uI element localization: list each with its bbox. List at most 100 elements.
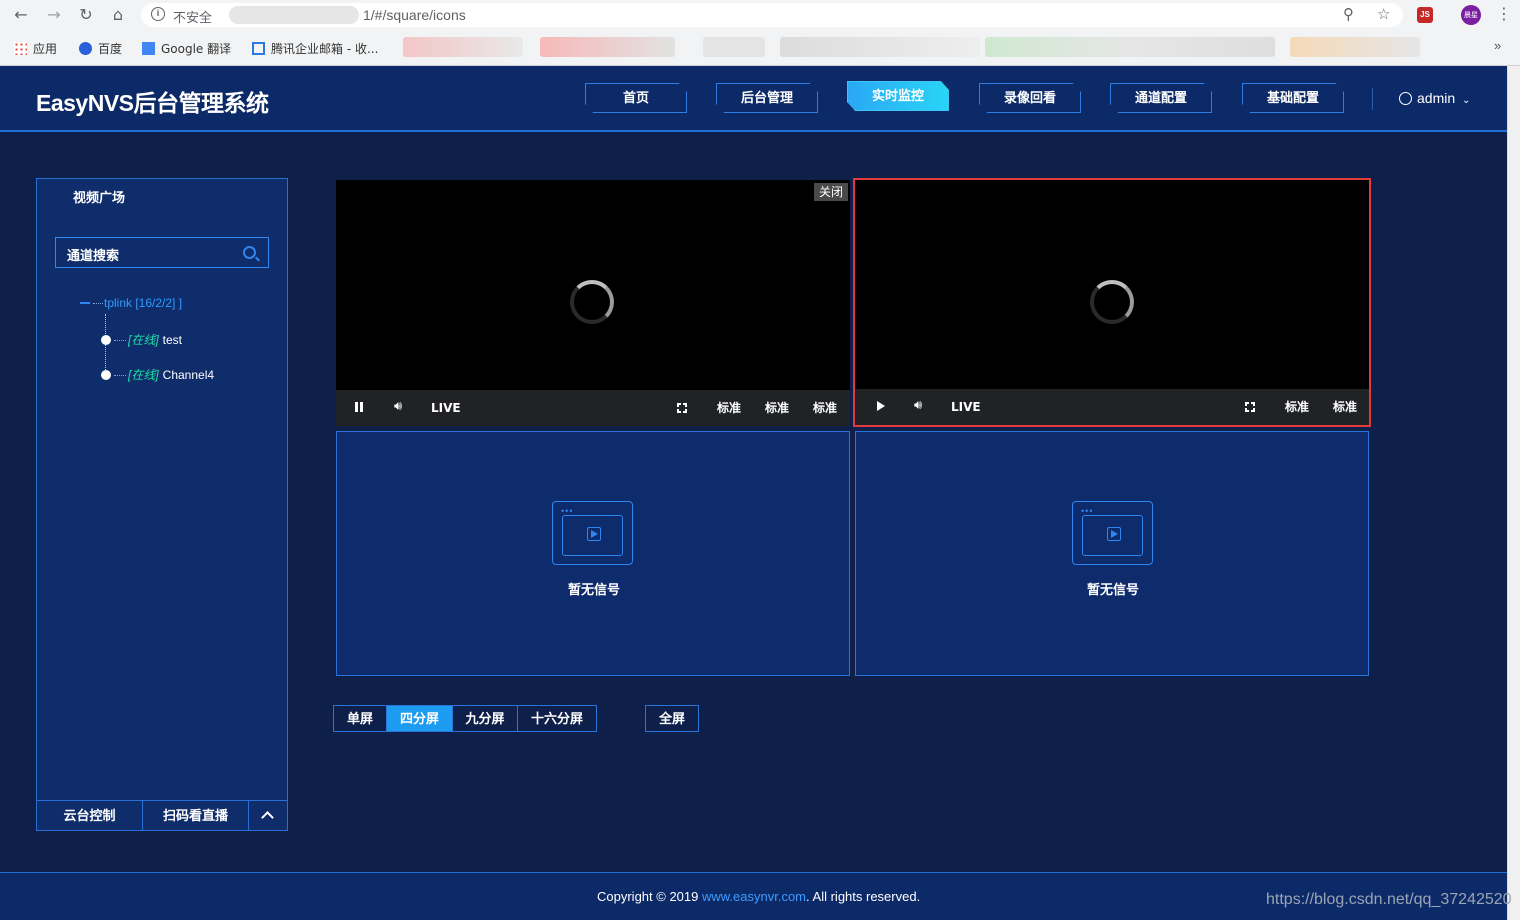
fullscreen-button[interactable]: 全屏	[645, 705, 699, 732]
nav-tab-live-monitor[interactable]: 实时监控	[847, 81, 949, 111]
collapse-icon[interactable]	[80, 302, 90, 304]
nav-tab-basic-config[interactable]: 基础配置	[1242, 83, 1344, 113]
play-icon	[1107, 527, 1121, 541]
js-extension-icon[interactable]: JS	[1417, 7, 1433, 23]
search-icon[interactable]	[243, 246, 256, 259]
browser-chrome: ← → ↻ ⌂ i 不安全 1/#/square/icons ⚲ ☆ JS 晨星…	[0, 0, 1520, 66]
bookmark-baidu[interactable]: 百度	[79, 40, 122, 57]
tree-node-dot	[101, 370, 111, 380]
bookmarks-more-icon[interactable]: »	[1494, 38, 1501, 53]
quality-button[interactable]: 标准	[1333, 389, 1357, 425]
no-signal-label: 暂无信号	[1086, 582, 1139, 597]
blurred-bookmark	[703, 37, 765, 57]
nav-tab-home[interactable]: 首页	[585, 83, 687, 113]
info-icon[interactable]: i	[151, 7, 165, 21]
brand-title: EasyNVS后台管理系统	[36, 90, 269, 116]
volume-icon[interactable]: 🔊︎	[394, 400, 402, 414]
user-circle-icon	[1399, 92, 1412, 105]
channel-search-input[interactable]: 通道搜索	[55, 237, 269, 268]
blurred-bookmark	[985, 37, 1275, 57]
video-placeholder-icon: •••	[552, 501, 633, 565]
volume-icon[interactable]: 🔊︎	[914, 399, 922, 413]
tencent-mail-icon	[252, 42, 265, 55]
player-controls: 🔊︎ LIVE 标准 标准	[855, 389, 1369, 425]
quality-button[interactable]: 标准	[1285, 389, 1309, 425]
bookmark-google-translate[interactable]: Google 翻译	[142, 40, 231, 57]
nav-tab-channel-config[interactable]: 通道配置	[1110, 83, 1212, 113]
live-label: LIVE	[431, 401, 461, 415]
search-placeholder: 通道搜索	[67, 248, 120, 263]
qr-live-button[interactable]: 扫码看直播	[143, 801, 249, 831]
blurred-bookmark	[540, 37, 675, 57]
tree-node-dot	[101, 335, 111, 345]
loading-spinner	[1090, 280, 1134, 324]
layout-nine-button[interactable]: 九分屏	[453, 706, 518, 731]
video-cell-empty-4[interactable]: ••• 暂无信号	[855, 431, 1369, 676]
quality-button[interactable]: 标准	[813, 390, 837, 426]
tree-connector	[93, 303, 103, 304]
home-icon[interactable]: ⌂	[108, 5, 128, 25]
blurred-bookmark	[403, 37, 523, 57]
online-status: [在线]	[128, 368, 159, 382]
play-icon[interactable]	[877, 401, 885, 411]
url-text[interactable]: 1/#/square/icons	[363, 7, 466, 23]
fullscreen-icon[interactable]	[1244, 401, 1258, 415]
blurred-host	[229, 6, 359, 24]
quality-button[interactable]: 标准	[765, 390, 789, 426]
bookmarks-bar: 应用 百度 Google 翻译 腾讯企业邮箱 - 收... »	[0, 33, 1520, 63]
layout-sixteen-button[interactable]: 十六分屏	[518, 706, 596, 731]
video-player-1[interactable]: 关闭 🔊︎ LIVE 标准 标准 标准	[336, 180, 850, 426]
video-square-panel: 视频广场 通道搜索 tplink [16/2/2] ] [在线] test [在线…	[36, 178, 288, 831]
user-menu[interactable]: admin ⌄	[1399, 90, 1470, 106]
site-link[interactable]: www.easynvr.com	[702, 889, 806, 904]
csdn-watermark: https://blog.csdn.net/qq_37242520	[1266, 891, 1512, 908]
bookmark-tencent-mail[interactable]: 腾讯企业邮箱 - 收...	[252, 40, 378, 57]
online-status: [在线]	[128, 333, 159, 347]
no-signal-label: 暂无信号	[567, 582, 620, 597]
copyright-text: Copyright © 2019 www.easynvr.com. All ri…	[597, 889, 921, 904]
star-icon[interactable]: ☆	[1377, 5, 1390, 23]
quality-button[interactable]: 标准	[717, 390, 741, 426]
nav-tab-admin[interactable]: 后台管理	[716, 83, 818, 113]
video-cell-empty-3[interactable]: ••• 暂无信号	[336, 431, 850, 676]
bookmark-apps[interactable]: 应用	[14, 40, 57, 57]
play-icon	[587, 527, 601, 541]
split-layout-group: 单屏 四分屏 九分屏 十六分屏	[333, 705, 597, 732]
blurred-bookmark	[780, 37, 980, 57]
browser-toolbar: ← → ↻ ⌂ i 不安全 1/#/square/icons ⚲ ☆ JS 晨星…	[0, 0, 1520, 30]
video-player-2[interactable]: 🔊︎ LIVE 标准 标准	[853, 178, 1371, 427]
chevron-down-icon: ⌄	[1462, 95, 1471, 106]
loading-spinner	[570, 280, 614, 324]
blurred-bookmark	[1290, 37, 1420, 57]
close-button[interactable]: 关闭	[813, 183, 848, 201]
reload-icon[interactable]: ↻	[76, 5, 96, 25]
nav-divider	[1372, 88, 1373, 110]
user-name: admin	[1417, 90, 1456, 106]
panel-footer: 云台控制 扫码看直播	[37, 800, 287, 831]
back-icon[interactable]: ←	[11, 5, 31, 25]
layout-single-button[interactable]: 单屏	[334, 706, 387, 731]
pause-icon[interactable]	[355, 402, 363, 412]
profile-avatar[interactable]: 晨星	[1461, 5, 1481, 25]
forward-icon[interactable]: →	[44, 5, 64, 25]
tree-item-test[interactable]: [在线] test	[128, 331, 182, 348]
address-bar[interactable]: i 不安全 1/#/square/icons ⚲ ☆	[141, 3, 1403, 27]
apps-grid-icon	[14, 42, 27, 55]
fullscreen-icon[interactable]	[676, 402, 690, 416]
ptz-control-button[interactable]: 云台控制	[37, 801, 143, 831]
page-scrollbar[interactable]	[1507, 66, 1520, 920]
chevron-up-icon[interactable]	[249, 801, 287, 831]
google-translate-icon	[142, 42, 155, 55]
tree-root-node[interactable]: tplink [16/2/2] ]	[104, 296, 182, 310]
layout-four-button[interactable]: 四分屏	[387, 706, 453, 731]
menu-dots-icon[interactable]: ⋮	[1496, 4, 1512, 23]
live-label: LIVE	[951, 400, 981, 414]
app-header: EasyNVS后台管理系统 首页 后台管理 实时监控 录像回看 通道配置 基础配…	[0, 66, 1507, 132]
player-controls: 🔊︎ LIVE 标准 标准 标准	[336, 390, 850, 426]
zoom-icon[interactable]: ⚲	[1343, 5, 1354, 23]
nav-tab-playback[interactable]: 录像回看	[979, 83, 1081, 113]
tree-item-channel4[interactable]: [在线] Channel4	[128, 366, 214, 383]
tree-connector	[114, 340, 126, 341]
video-placeholder-icon: •••	[1072, 501, 1153, 565]
tree-connector	[114, 375, 126, 376]
